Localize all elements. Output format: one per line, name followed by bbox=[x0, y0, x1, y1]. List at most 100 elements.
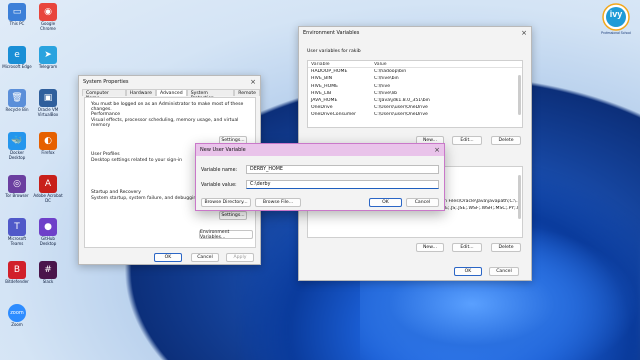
virtualbox-icon: ▣ bbox=[39, 89, 57, 107]
recycle-bin-icon: 🗑 bbox=[8, 89, 26, 107]
value-cell: C:\Users\user\OneDrive bbox=[374, 112, 428, 118]
variable-cell: HIVE_HOME bbox=[311, 83, 339, 89]
value-cell: C:\hive\lib bbox=[374, 90, 398, 96]
value-cell: C:\hive\bin bbox=[374, 76, 399, 82]
desktop-shortcut-label: Tor Browser bbox=[5, 193, 29, 198]
desktop-shortcut[interactable]: B Bitdefender bbox=[2, 261, 32, 285]
variable-cell: OneDriveConsumer bbox=[311, 112, 357, 118]
table-row[interactable]: HIVE_HOME C:\hive bbox=[308, 83, 522, 90]
variable-name-input[interactable]: DERBY_HOME bbox=[246, 165, 439, 174]
value-cell: C:\hive bbox=[374, 83, 391, 89]
desktop-shortcut-label: Telegram bbox=[38, 64, 58, 69]
desktop-shortcut-label: Oracle VM VirtualBox bbox=[37, 107, 59, 117]
desktop-shortcut-label: Microsoft Teams bbox=[7, 236, 27, 246]
desktop-shortcut[interactable]: 🐳 Docker Desktop bbox=[2, 132, 32, 160]
system-properties-titlebar: System Properties × bbox=[79, 76, 260, 88]
tab-remote[interactable]: Remote bbox=[234, 89, 260, 96]
browse-file-button[interactable]: Browse File... bbox=[255, 198, 301, 207]
system-edit-button[interactable]: Edit... bbox=[452, 243, 482, 252]
desktop-shortcut-label: Zoom bbox=[11, 322, 23, 327]
performance-text: Visual effects, processor scheduling, me… bbox=[91, 118, 239, 128]
desktop-shortcut-label: Slack bbox=[42, 279, 54, 284]
desktop-shortcut[interactable]: ◉ Google Chrome bbox=[33, 3, 63, 31]
browse-directory-button[interactable]: Browse Directory... bbox=[201, 198, 251, 207]
table-row[interactable]: OneDriveConsumer C:\Users\user\OneDrive bbox=[308, 111, 522, 118]
col-variable[interactable]: Variable bbox=[308, 62, 374, 67]
desktop-shortcut[interactable]: ▭ This PC bbox=[2, 3, 32, 27]
telegram-icon: ➤ bbox=[39, 46, 57, 64]
bitdefender-icon: B bbox=[8, 261, 26, 279]
desktop-shortcut[interactable]: ➤ Telegram bbox=[33, 46, 63, 70]
system-new-button[interactable]: New... bbox=[416, 243, 444, 252]
user-delete-button[interactable]: Delete bbox=[491, 136, 521, 145]
desktop-shortcut-label: Google Chrome bbox=[40, 21, 56, 31]
variable-value-input[interactable]: C:\derby bbox=[246, 180, 439, 189]
apply-button[interactable]: Apply bbox=[226, 253, 254, 262]
acrobat-icon: A bbox=[39, 175, 57, 193]
environment-variables-button[interactable]: Environment Variables... bbox=[199, 230, 253, 240]
table-row[interactable]: HIVE_LIB C:\hive\lib bbox=[308, 90, 522, 97]
variable-cell: HIVE_LIB bbox=[311, 90, 332, 96]
ivy-logo: ivy Professional School bbox=[597, 2, 635, 38]
col-value[interactable]: Value bbox=[374, 62, 522, 67]
desktop-shortcut[interactable]: ▣ Oracle VM VirtualBox bbox=[33, 89, 63, 117]
desktop-shortcut[interactable]: # Slack bbox=[33, 261, 63, 285]
desktop-shortcut-label: Bitdefender bbox=[5, 279, 29, 284]
desktop-shortcut[interactable]: A Adobe Acrobat DC bbox=[33, 175, 63, 203]
desktop-shortcut[interactable]: ● GitHub Desktop bbox=[33, 218, 63, 246]
user-variables-list[interactable]: Variable Value HADOOP_HOME C:\hadoop\bin H… bbox=[307, 60, 523, 128]
desktop-shortcut[interactable]: e Microsoft Edge bbox=[2, 46, 32, 70]
ok-button[interactable]: OK bbox=[154, 253, 182, 262]
envvars-cancel-button[interactable]: Cancel bbox=[489, 267, 519, 276]
zoom-icon: zoom bbox=[8, 304, 26, 322]
dialog-cancel-button[interactable]: Cancel bbox=[406, 198, 439, 207]
github-desktop-icon: ● bbox=[39, 218, 57, 236]
desktop-shortcut[interactable]: 🗑 Recycle Bin bbox=[2, 89, 32, 113]
value-cell: C:\hadoop\bin bbox=[374, 69, 407, 75]
window-title: Environment Variables bbox=[303, 30, 360, 36]
tab-hardware[interactable]: Hardware bbox=[125, 89, 156, 96]
teams-icon: T bbox=[8, 218, 26, 236]
chrome-icon: ◉ bbox=[39, 3, 57, 21]
dialog-ok-button[interactable]: OK bbox=[369, 198, 402, 207]
new-variable-titlebar: New User Variable × bbox=[196, 144, 444, 156]
tor-browser-icon: ◎ bbox=[8, 175, 26, 193]
close-icon[interactable]: × bbox=[246, 78, 260, 86]
envvars-ok-button[interactable]: OK bbox=[454, 267, 482, 276]
startup-settings-button[interactable]: Settings... bbox=[219, 211, 247, 220]
new-user-variable-dialog: New User Variable × Variable name: DERBY… bbox=[195, 143, 445, 211]
dialog-title: New User Variable bbox=[200, 147, 246, 153]
desktop-shortcut-label: Microsoft Edge bbox=[2, 64, 32, 69]
slack-icon: # bbox=[39, 261, 57, 279]
close-icon[interactable]: × bbox=[430, 146, 444, 154]
value-cell: C:\Users\user\OneDrive bbox=[374, 105, 428, 111]
user-list-scrollbar[interactable] bbox=[518, 75, 521, 115]
variable-value-label: Variable value: bbox=[201, 183, 237, 188]
variable-cell: OneDrive bbox=[311, 105, 333, 111]
desktop-shortcut-label: Recycle Bin bbox=[5, 107, 29, 112]
user-edit-button[interactable]: Edit... bbox=[452, 136, 482, 145]
tab-system-protection[interactable]: System Protection bbox=[186, 89, 235, 101]
variable-name-label: Variable name: bbox=[201, 168, 238, 173]
desktop-shortcut[interactable]: T Microsoft Teams bbox=[2, 218, 32, 246]
desktop-shortcut[interactable]: ◎ Tor Browser bbox=[2, 175, 32, 199]
user-variables-header: User variables for rakib bbox=[307, 49, 361, 54]
desktop-shortcut-label: Adobe Acrobat DC bbox=[33, 193, 63, 203]
tab-advanced[interactable]: Advanced bbox=[155, 89, 187, 96]
desktop-shortcut[interactable]: ◐ Firefox bbox=[33, 132, 63, 156]
variable-cell: JAVA_HOME bbox=[311, 98, 338, 104]
desktop-shortcut-label: Firefox bbox=[41, 150, 55, 155]
table-row[interactable]: JAVA_HOME C:\Java\jdk1.8.0_351\bin bbox=[308, 97, 522, 104]
close-icon[interactable]: × bbox=[517, 29, 531, 37]
desktop-shortcut[interactable]: zoom Zoom bbox=[2, 304, 32, 328]
system-delete-button[interactable]: Delete bbox=[491, 243, 521, 252]
tab-computer-name[interactable]: Computer Name bbox=[82, 89, 126, 101]
edge-icon: e bbox=[8, 46, 26, 64]
cancel-button[interactable]: Cancel bbox=[191, 253, 219, 262]
table-row[interactable]: HIVE_BIN C:\hive\bin bbox=[308, 75, 522, 82]
system-list-scrollbar[interactable] bbox=[518, 175, 521, 219]
table-row[interactable]: OneDrive C:\Users\user\OneDrive bbox=[308, 104, 522, 111]
firefox-icon: ◐ bbox=[39, 132, 57, 150]
envvars-titlebar: Environment Variables × bbox=[299, 27, 531, 39]
table-row[interactable]: HADOOP_HOME C:\hadoop\bin bbox=[308, 68, 522, 75]
